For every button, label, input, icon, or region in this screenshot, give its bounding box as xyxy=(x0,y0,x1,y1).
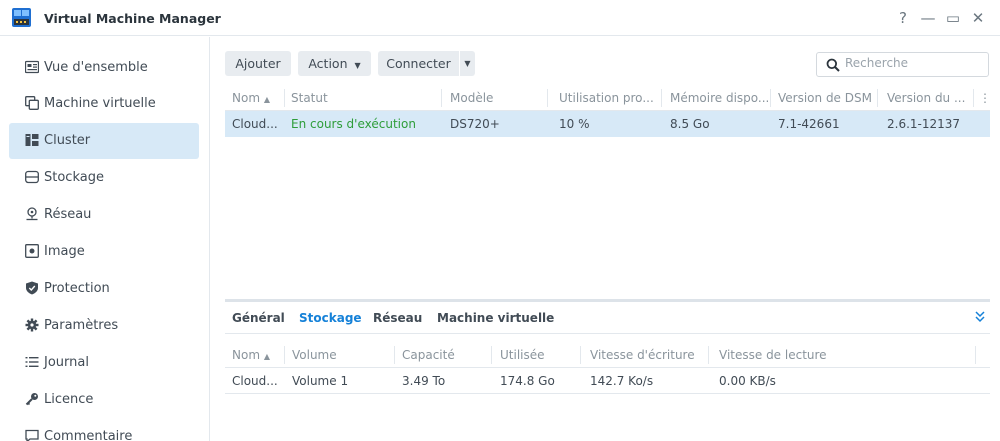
connect-button[interactable]: Connecter xyxy=(378,51,459,76)
vm-icon xyxy=(25,96,39,110)
sidebar-item-comment[interactable]: Commentaire xyxy=(9,419,199,441)
cell-volume: Volume 1 xyxy=(292,374,349,388)
sidebar: Vue d'ensemble Machine virtuelle Cluster… xyxy=(0,37,210,441)
sort-asc-icon: ▲ xyxy=(263,352,270,361)
sidebar-item-label: Licence xyxy=(44,392,94,407)
sidebar-item-label: Cluster xyxy=(44,133,91,148)
title-bar: Virtual Machine Manager ? — ▭ ✕ xyxy=(0,0,1000,36)
sidebar-item-label: Réseau xyxy=(44,207,92,222)
column-header[interactable]: Volume xyxy=(292,348,392,362)
sidebar-item-label: Journal xyxy=(44,355,89,370)
sidebar-item-virtual-machine[interactable]: Machine virtuelle xyxy=(9,86,199,122)
network-icon xyxy=(26,207,38,221)
app-title: Virtual Machine Manager xyxy=(44,11,221,26)
sidebar-item-storage[interactable]: Stockage xyxy=(9,160,199,196)
column-header[interactable]: Nom ▲ xyxy=(232,348,282,362)
sidebar-item-label: Image xyxy=(44,244,85,259)
search-icon xyxy=(826,58,840,72)
column-menu-icon[interactable]: ⋮ xyxy=(979,91,989,105)
sidebar-item-label: Stockage xyxy=(44,170,104,185)
action-button-label: Action xyxy=(308,56,348,71)
sidebar-item-label: Paramètres xyxy=(44,318,119,333)
search-input[interactable] xyxy=(845,56,985,70)
sidebar-item-label: Machine virtuelle xyxy=(44,96,156,111)
cell-memory: 8.5 Go xyxy=(670,117,710,131)
caret-down-icon: ▼ xyxy=(464,59,471,68)
sidebar-item-settings[interactable]: Paramètres xyxy=(9,308,199,344)
add-button[interactable]: Ajouter xyxy=(225,51,291,76)
column-header[interactable]: Modèle xyxy=(450,91,545,105)
cell-model: DS720+ xyxy=(450,117,500,131)
cell-used: 174.8 Go xyxy=(500,374,555,388)
sidebar-item-protection[interactable]: Protection xyxy=(9,271,199,307)
sidebar-item-network[interactable]: Réseau xyxy=(9,197,199,233)
storage-table-header: Nom ▲ Volume Capacité Utilisée Vitesse d… xyxy=(225,342,990,368)
tab-general[interactable]: Général xyxy=(232,311,285,325)
cell-write-speed: 142.7 Ko/s xyxy=(590,374,654,388)
column-header[interactable]: Nom ▲ xyxy=(232,91,282,105)
sidebar-item-image[interactable]: Image xyxy=(9,234,199,270)
cluster-table-header: Nom ▲ Statut Modèle Utilisation pro... M… xyxy=(225,85,990,111)
sort-asc-icon: ▲ xyxy=(263,95,270,104)
search-box[interactable] xyxy=(816,52,989,77)
sidebar-item-license[interactable]: Licence xyxy=(9,382,199,418)
sidebar-item-label: Commentaire xyxy=(44,429,133,441)
maximize-button[interactable]: ▭ xyxy=(943,8,963,28)
sidebar-item-journal[interactable]: Journal xyxy=(9,345,199,381)
column-header[interactable]: Version de DSM xyxy=(778,91,873,105)
list-icon xyxy=(25,357,39,367)
tab-storage[interactable]: Stockage xyxy=(299,311,362,325)
key-icon xyxy=(25,393,38,406)
cell-dsm-version: 7.1-42661 xyxy=(778,117,840,131)
close-button[interactable]: ✕ xyxy=(968,8,988,28)
cluster-icon xyxy=(25,134,39,146)
minimize-button[interactable]: — xyxy=(918,8,938,28)
tab-network[interactable]: Réseau xyxy=(373,311,422,325)
gear-icon xyxy=(25,318,39,332)
cell-name: Cloud... xyxy=(232,374,278,388)
sidebar-item-overview[interactable]: Vue d'ensemble xyxy=(9,50,199,86)
column-header[interactable]: Utilisation pro... xyxy=(559,91,659,105)
shield-icon xyxy=(26,281,38,295)
table-row[interactable]: Cloud... En cours d'exécution DS720+ 10 … xyxy=(225,111,990,137)
column-header[interactable]: Utilisée xyxy=(500,348,575,362)
double-chevron-down-icon[interactable] xyxy=(974,310,986,324)
image-icon xyxy=(25,244,39,258)
app-logo-icon xyxy=(12,8,31,27)
cell-cpu-usage: 10 % xyxy=(559,117,590,131)
cell-version: 2.6.1-12137 xyxy=(887,117,961,131)
sidebar-item-label: Protection xyxy=(44,281,110,296)
column-header[interactable]: Version du ... xyxy=(887,91,973,105)
column-header[interactable]: Vitesse de lecture xyxy=(719,348,869,362)
tab-virtual-machine[interactable]: Machine virtuelle xyxy=(437,311,554,325)
connect-dropdown-button[interactable]: ▼ xyxy=(460,51,475,76)
caret-down-icon: ▼ xyxy=(354,61,361,70)
column-header[interactable]: Capacité xyxy=(402,348,487,362)
storage-icon xyxy=(25,170,39,184)
overview-icon xyxy=(25,60,39,74)
cell-capacity: 3.49 To xyxy=(402,374,446,388)
column-header[interactable]: Mémoire dispo... xyxy=(670,91,768,105)
help-button[interactable]: ? xyxy=(893,8,913,28)
comment-icon xyxy=(25,429,39,441)
column-header[interactable]: Statut xyxy=(291,91,441,105)
action-dropdown-button[interactable]: Action ▼ xyxy=(298,51,371,76)
sidebar-item-label: Vue d'ensemble xyxy=(44,60,148,75)
cell-name: Cloud... xyxy=(232,117,278,131)
cell-status: En cours d'exécution xyxy=(291,117,416,131)
detail-tabs: Général Stockage Réseau Machine virtuell… xyxy=(225,302,990,334)
table-row[interactable]: Cloud... Volume 1 3.49 To 174.8 Go 142.7… xyxy=(225,368,990,394)
sidebar-item-cluster[interactable]: Cluster xyxy=(9,123,199,159)
column-header[interactable]: Vitesse d'écriture xyxy=(590,348,705,362)
cell-read-speed: 0.00 KB/s xyxy=(719,374,776,388)
